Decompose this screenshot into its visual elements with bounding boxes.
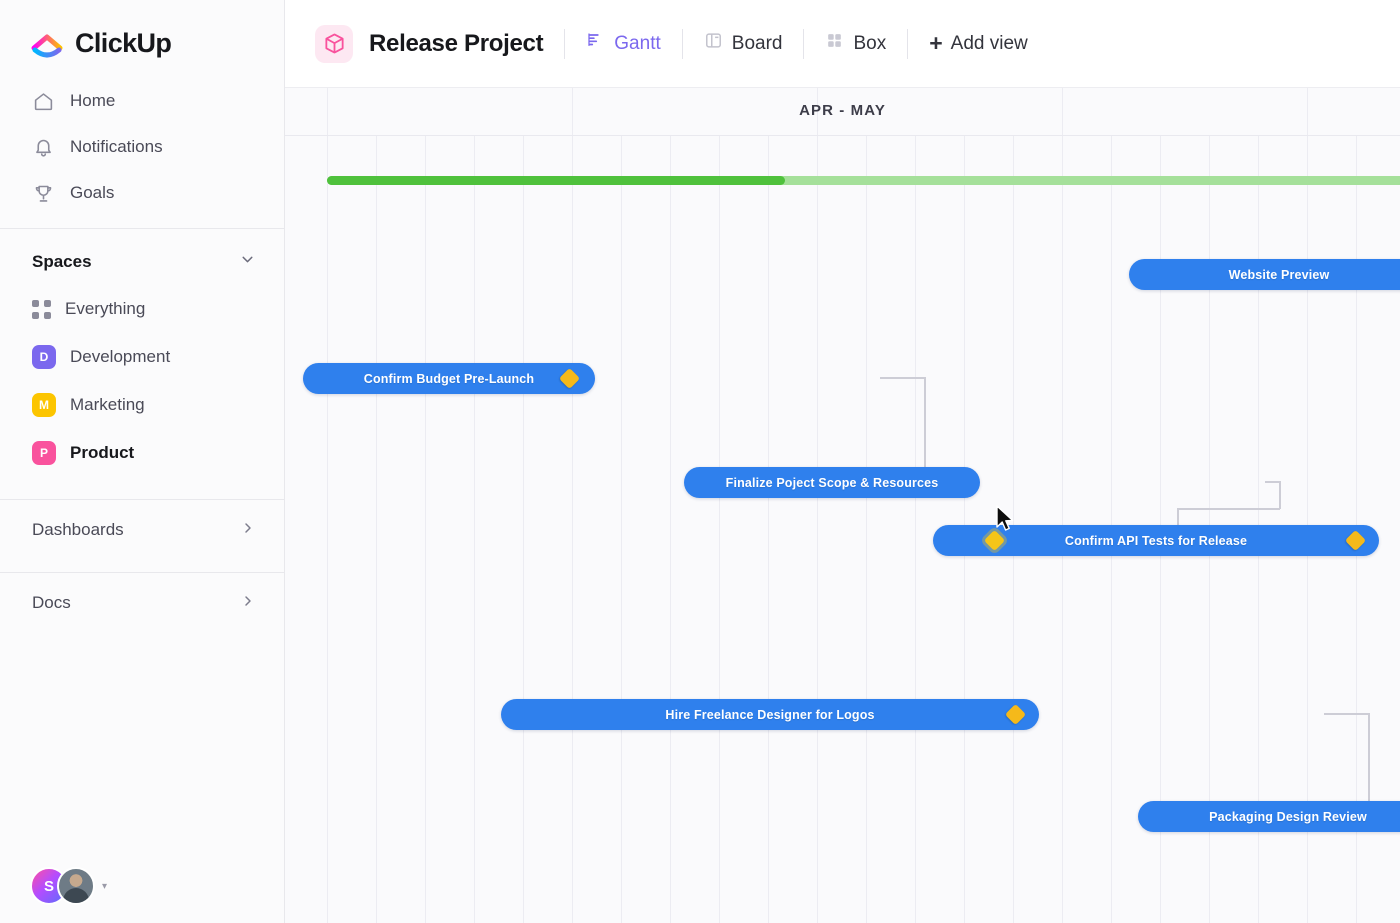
home-icon <box>32 90 54 112</box>
gantt-task-bar[interactable]: Hire Freelance Designer for Logos <box>501 699 1039 730</box>
app-root: ClickUp Home Notifications Goals Spaces … <box>0 0 1400 923</box>
sidebar-item-product[interactable]: P Product <box>0 429 284 477</box>
sidebar-item-docs[interactable]: Docs <box>0 573 284 633</box>
sidebar-item-label: Dashboards <box>32 520 124 539</box>
sidebar-item-label: Home <box>70 91 116 110</box>
sidebar-item-notifications[interactable]: Notifications <box>0 124 284 170</box>
divider <box>803 28 805 59</box>
sidebar-item-label: Goals <box>70 183 115 202</box>
space-label: Development <box>70 347 171 366</box>
space-label: Marketing <box>70 395 145 414</box>
sidebar-item-label: Docs <box>32 593 71 612</box>
main-content: Release Project Gantt Board Box + Add vi… <box>285 0 1400 923</box>
space-badge-icon: P <box>32 441 56 465</box>
primary-nav: Home Notifications Goals <box>0 78 284 216</box>
tab-gantt[interactable]: Gantt <box>586 31 661 56</box>
clickup-logo-icon <box>30 26 64 60</box>
add-view-label: Add view <box>950 32 1028 54</box>
task-label: Confirm API Tests for Release <box>1064 533 1248 548</box>
sidebar-item-everything[interactable]: Everything <box>0 285 284 333</box>
space-badge-icon: M <box>32 393 56 417</box>
gantt-task-bar[interactable]: Confirm Budget Pre-Launch <box>303 363 595 394</box>
chevron-down-icon[interactable] <box>239 251 256 273</box>
plus-icon: + <box>929 30 943 56</box>
sidebar: ClickUp Home Notifications Goals Spaces … <box>0 0 285 923</box>
chevron-right-icon[interactable] <box>240 593 256 614</box>
spaces-section-header[interactable]: Spaces <box>0 229 284 285</box>
board-icon <box>704 31 723 56</box>
caret-down-icon[interactable]: ▾ <box>102 881 107 892</box>
timeline-month-label: APR - MAY <box>799 102 886 119</box>
project-progress-fill <box>327 176 785 185</box>
milestone-diamond-icon[interactable] <box>1004 703 1027 726</box>
avatar[interactable] <box>57 867 95 905</box>
task-label: Hire Freelance Designer for Logos <box>665 707 875 722</box>
gantt-task-bar[interactable]: Packaging Design Review <box>1138 801 1400 832</box>
project-progress-bar <box>327 176 1400 185</box>
sidebar-item-goals[interactable]: Goals <box>0 170 284 216</box>
divider <box>681 28 683 59</box>
gantt-rows: Website Preview Confirm Budget Pre-Launc… <box>285 136 1400 923</box>
page-title: Release Project <box>369 29 544 57</box>
grid-dots-icon <box>32 299 51 319</box>
top-bar: Release Project Gantt Board Box + Add vi… <box>285 0 1400 88</box>
sidebar-item-development[interactable]: D Development <box>0 333 284 381</box>
tab-board[interactable]: Board <box>704 31 783 56</box>
space-label: Everything <box>65 299 146 318</box>
mouse-pointer-icon <box>995 505 1015 538</box>
brand-name: ClickUp <box>75 27 172 58</box>
gantt-task-bar[interactable]: Finalize Poject Scope & Resources <box>684 467 980 498</box>
spaces-list: Everything D Development M Marketing P P… <box>0 285 284 477</box>
divider <box>907 28 909 59</box>
brand[interactable]: ClickUp <box>0 0 284 60</box>
gantt-icon <box>586 31 605 56</box>
task-label: Packaging Design Review <box>1209 809 1367 824</box>
task-label: Finalize Poject Scope & Resources <box>725 475 939 490</box>
milestone-diamond-icon[interactable] <box>1344 529 1367 552</box>
sidebar-item-label: Notifications <box>70 137 163 156</box>
sidebar-item-dashboards[interactable]: Dashboards <box>0 500 284 560</box>
sidebar-item-home[interactable]: Home <box>0 78 284 124</box>
task-label: Website Preview <box>1228 267 1330 282</box>
space-badge-icon: D <box>32 345 56 369</box>
add-view-button[interactable]: + Add view <box>929 32 1028 55</box>
user-menu[interactable]: S ▾ <box>30 867 107 905</box>
bell-icon <box>32 136 54 158</box>
tab-label: Gantt <box>614 32 661 54</box>
task-label: Confirm Budget Pre-Launch <box>363 371 535 386</box>
tab-label: Box <box>853 32 887 54</box>
timeline-header: APR - MAY <box>285 88 1400 136</box>
spaces-title: Spaces <box>32 252 92 271</box>
space-label: Product <box>70 443 135 462</box>
divider <box>564 28 566 59</box>
tab-box[interactable]: Box <box>825 31 886 56</box>
cube-icon <box>315 24 353 63</box>
tab-label: Board <box>731 32 783 54</box>
gantt-chart[interactable]: APR - MAY Website Preview Confirm Budget… <box>285 88 1400 923</box>
milestone-diamond-icon[interactable] <box>558 367 581 390</box>
gantt-task-bar[interactable]: Website Preview <box>1129 259 1400 290</box>
box-grid-icon <box>825 31 844 56</box>
trophy-icon <box>32 182 54 204</box>
sidebar-item-marketing[interactable]: M Marketing <box>0 381 284 429</box>
chevron-right-icon[interactable] <box>240 520 256 541</box>
